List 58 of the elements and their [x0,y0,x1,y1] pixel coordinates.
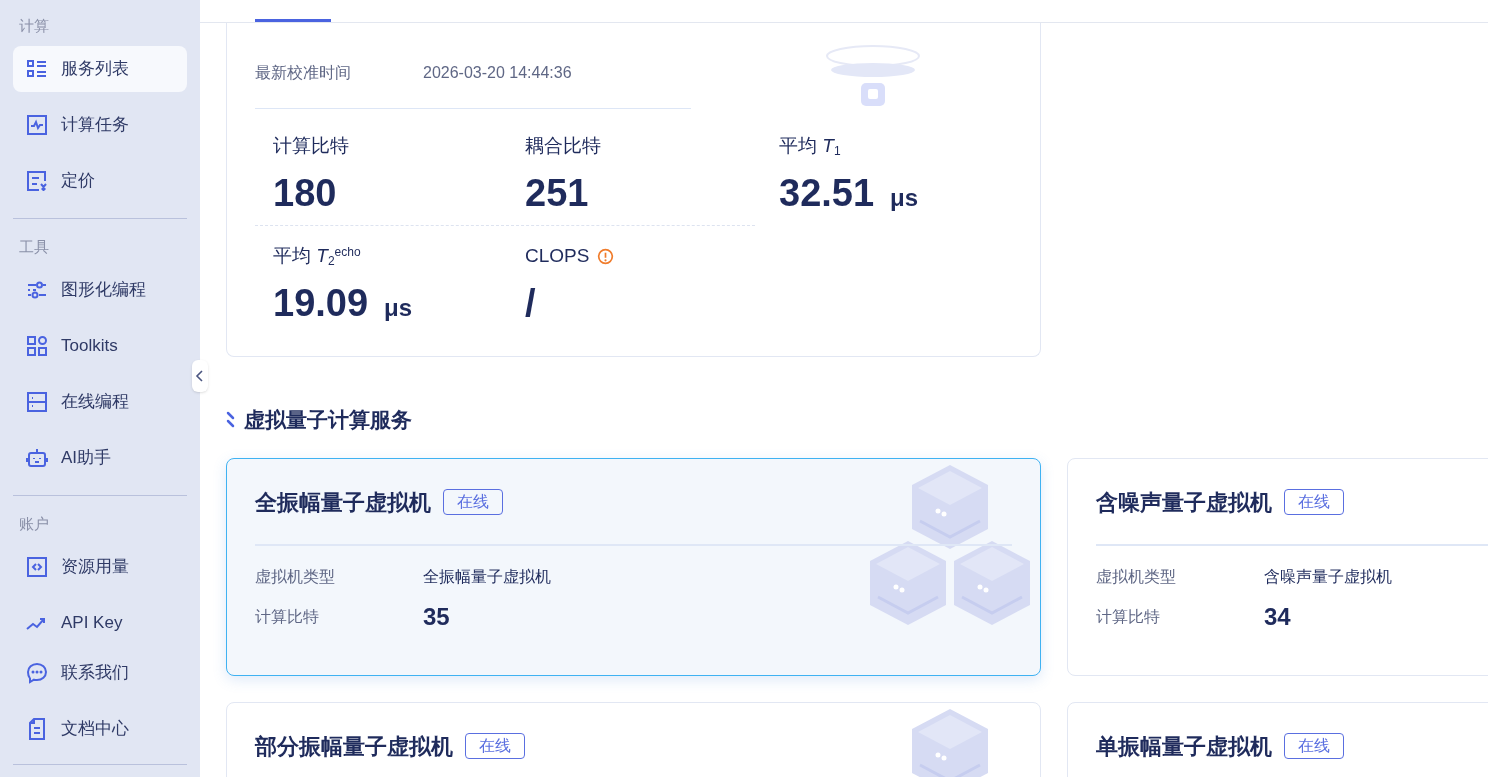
group-label: 账户 [18,514,50,534]
sidebar-item[interactable]: 图形化编程 [13,267,187,313]
nav-icon [25,661,49,685]
sidebar-item[interactable]: 联系我们 [13,650,187,696]
nav-icon [25,334,49,358]
chevron-left-icon [195,369,205,383]
sidebar-item[interactable]: Toolkits [13,323,187,369]
sidebar-item[interactable]: 资源用量 [13,544,187,590]
stat-label: 耦合比特 [525,133,601,158]
stat-value: 180 [273,171,337,216]
service-title: 单振幅量子虚拟机 [1096,732,1272,761]
nav-icon [25,555,49,579]
group-label: 计算 [18,16,50,36]
sidebar-item[interactable]: API Key [13,600,187,646]
status-badge: 在线 [443,489,503,515]
stat-value: 251 [525,171,589,216]
nav-icon [25,390,49,414]
sidebar-item[interactable]: 文档中心 [13,706,187,752]
field-value: 全振幅量子虚拟机 [423,567,551,587]
stat-unit: μs [890,183,919,213]
section-title: 虚拟量子计算服务 [244,407,412,434]
sidebar-item[interactable]: 服务列表 [13,46,187,92]
sidebar-item[interactable]: AI助手 [13,435,187,481]
status-badge: 在线 [1284,733,1344,759]
calibration-label: 最新校准时间 [255,62,352,83]
status-badge: 在线 [465,733,525,759]
field-value: 35 [423,602,450,632]
stat-unit: μs [384,293,413,323]
service-card[interactable]: 部分振幅量子虚拟机 在线 [226,702,1041,777]
stat-value: 32.51 [779,171,875,216]
service-card[interactable]: 单振幅量子虚拟机 在线 [1067,702,1488,777]
collapse-button[interactable] [192,360,208,392]
service-title: 全振幅量子虚拟机 [255,488,431,517]
nav-icon [25,169,49,193]
field-label: 计算比特 [255,607,320,627]
sidebar-item[interactable]: 定价 [13,158,187,204]
field-label: 计算比特 [1096,607,1161,627]
stat-label: CLOPS [525,243,590,268]
service-title: 部分振幅量子虚拟机 [255,732,453,761]
sidebar-item[interactable]: 计算任务 [13,102,187,148]
service-card[interactable]: 全振幅量子虚拟机 在线 虚拟机类型 全振幅量子虚拟机 计算比特 35 [226,458,1041,676]
nav-icon [25,113,49,137]
field-value: 34 [1264,602,1291,632]
group-label: 工具 [18,237,50,257]
nav-icon [25,446,49,470]
status-badge: 在线 [1284,489,1344,515]
field-label: 虚拟机类型 [255,567,336,587]
stat-label: 计算比特 [273,133,349,158]
stat-value: 19.09 [273,281,369,326]
field-value: 含噪声量子虚拟机 [1264,567,1392,587]
stat-label: 平均 T$_{1}$ [779,133,841,160]
service-card[interactable]: 含噪声量子虚拟机 在线 虚拟机类型 含噪声量子虚拟机 计算比特 34 [1067,458,1488,676]
field-label: 虚拟机类型 [1096,567,1177,587]
service-title: 含噪声量子虚拟机 [1096,488,1272,517]
stat-value: / [525,281,536,326]
sidebar-item[interactable]: 在线编程 [13,379,187,425]
calibration-time: 2026-03-20 14:44:36 [423,62,572,83]
double-chevron-icon [226,411,236,429]
